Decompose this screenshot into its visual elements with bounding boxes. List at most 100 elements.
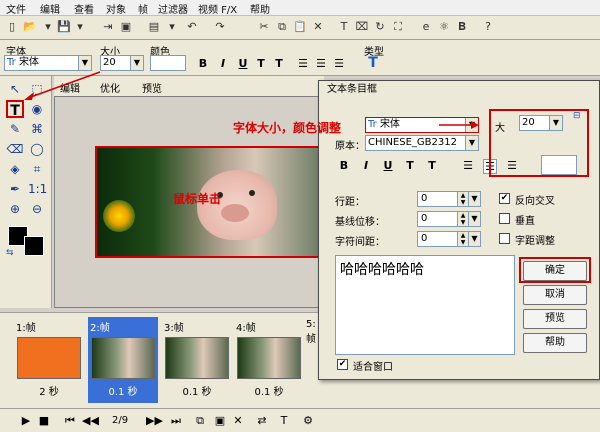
menu-object[interactable]: 对象 [106,1,126,16]
text-entry-area[interactable]: 哈哈哈哈哈哈 [335,255,515,355]
menu-video-fx[interactable]: 视频 F/X [198,1,237,16]
italic-button[interactable]: I [216,57,230,70]
crop-tool-icon[interactable]: ⌗ [28,160,46,178]
spin-arrows-icon[interactable]: ▲ ▼ [457,212,468,226]
transform-icon[interactable]: ↻ [372,19,388,35]
swap-colors-icon[interactable]: ⇆ [6,248,14,258]
play-icon[interactable]: ▶ [18,413,34,429]
antialias-checkbox[interactable]: ✔ [499,193,510,204]
next-frame-icon[interactable]: ▶▶ [146,413,163,429]
spin-arrows-icon[interactable]: ▲ ▼ [457,192,468,206]
copy-icon[interactable]: ⧉ [274,19,290,35]
save-icon[interactable]: 💾 [56,19,72,35]
crop-icon[interactable]: ⌧ [354,19,370,35]
line-spacing-input[interactable]: 0 ▲ ▼ ▼ [417,191,481,207]
save-dropdown-icon[interactable]: ▾ [72,19,88,35]
open-dropdown-icon[interactable]: ▾ [40,19,56,35]
kerning-checkbox[interactable] [499,233,510,244]
underline-button[interactable]: U [236,57,250,70]
frame-item[interactable]: 3:帧 0.1 秒 [162,317,232,403]
fit-window-checkbox[interactable]: ✔ [337,359,348,370]
zoom-in-icon[interactable]: ⊕ [6,200,24,218]
spin-drop-icon[interactable]: ▼ [468,212,480,226]
frame-props-icon[interactable]: T [276,413,292,429]
spin-arrows-icon[interactable]: ▲ ▼ [457,232,468,246]
baseline-input[interactable]: 0 ▲ ▼ ▼ [417,211,481,227]
frame-duration[interactable]: 0.1 秒 [88,383,158,398]
zoom-out-icon[interactable]: ⊖ [28,200,46,218]
ok-button[interactable]: 确定 [523,261,587,281]
last-frame-icon[interactable]: ⏭ [168,413,184,429]
align-right-icon[interactable]: ☰ [332,57,346,70]
outline-button[interactable]: T [272,57,286,70]
frame-duration[interactable]: 0.1 秒 [234,383,304,398]
insert-frame-icon[interactable]: ⧉ [192,413,208,429]
undo-icon[interactable]: ↶ [184,19,200,35]
actual-size-icon[interactable]: 1:1 [28,180,47,198]
frame-item[interactable]: 4:帧 0.1 秒 [234,317,304,403]
fill-icon[interactable]: ◈ [6,160,24,178]
frame-item[interactable]: 2:帧 0.1 秒 [88,317,158,403]
import-icon[interactable]: ⇥ [100,19,116,35]
bold-icon[interactable]: 𝐁 [454,19,470,35]
dialog-strike-button[interactable]: T [403,159,417,172]
first-frame-icon[interactable]: ⏮ [62,413,78,429]
tab-preview[interactable]: 预览 [142,80,162,95]
menu-file[interactable]: 文件 [6,1,26,16]
effect-icon[interactable]: ⚛ [436,19,452,35]
menu-frame[interactable]: 帧 [138,1,148,16]
dialog-bold-button[interactable]: B [337,159,351,172]
strike-button[interactable]: T [254,57,268,70]
dialog-color-swatch[interactable] [541,155,577,175]
brush-icon[interactable]: ✎ [6,120,24,138]
eraser-icon[interactable]: ⌫ [6,140,24,158]
dialog-outline-button[interactable]: T [425,159,439,172]
prev-frame-icon[interactable]: ◀◀ [82,413,99,429]
background-color[interactable] [24,236,44,256]
text-icon[interactable]: T [336,19,352,35]
preview-button[interactable]: 预览 [523,309,587,329]
bold-button[interactable]: B [196,57,210,70]
spin-drop-icon[interactable]: ▼ [468,232,480,246]
delete-frame-icon[interactable]: ✕ [230,413,246,429]
help-button[interactable]: 帮助 [523,333,587,353]
menu-help[interactable]: 帮助 [250,1,270,16]
tween-icon[interactable]: ⚙ [300,413,316,429]
menu-filter[interactable]: 过滤器 [158,1,188,16]
ie-icon[interactable]: e [418,19,434,35]
dialog-pin-icon[interactable]: ⊟ [573,111,581,121]
color-swatch[interactable] [150,55,186,71]
move-frame-icon[interactable]: ⇄ [254,413,270,429]
frame-image[interactable]: 鼠标单击 [95,146,325,258]
frame-duration[interactable]: 0.1 秒 [162,383,232,398]
frame-duration[interactable]: 2 秒 [14,383,84,398]
script-select[interactable]: CHINESE_GB2312 ▼ [365,135,479,151]
frame-dropdown-icon[interactable]: ▾ [164,19,180,35]
cut-icon[interactable]: ✂ [256,19,272,35]
frame-icon[interactable]: ▤ [146,19,162,35]
redo-icon[interactable]: ↷ [212,19,228,35]
frame-item[interactable]: 1:帧 2 秒 [14,317,84,403]
align-center-icon[interactable]: ☰ [314,57,328,70]
ellipse-icon[interactable]: ◯ [28,140,46,158]
new-icon[interactable]: ▯ [4,19,20,35]
open-icon[interactable]: 📂 [22,19,38,35]
dialog-italic-button[interactable]: I [359,159,373,172]
lasso-icon[interactable]: ⌘ [28,120,46,138]
delete-icon[interactable]: ✕ [310,19,326,35]
duplicate-frame-icon[interactable]: ▣ [212,413,228,429]
dialog-align-left-icon[interactable]: ☰ [461,159,475,172]
align-left-icon[interactable]: ☰ [296,57,310,70]
type-icon[interactable]: T [366,55,380,71]
eyedropper-icon[interactable]: ✒ [6,180,24,198]
help-icon[interactable]: ? [480,19,496,35]
cancel-button[interactable]: 取消 [523,285,587,305]
menu-view[interactable]: 查看 [74,1,94,16]
stop-icon[interactable]: ■ [36,413,52,429]
vertical-checkbox[interactable] [499,213,510,224]
menu-edit[interactable]: 编辑 [40,1,60,16]
filter-icon[interactable]: ⛶ [390,19,406,35]
spin-drop-icon[interactable]: ▼ [468,192,480,206]
export-icon[interactable]: ▣ [118,19,134,35]
dialog-underline-button[interactable]: U [381,159,395,172]
